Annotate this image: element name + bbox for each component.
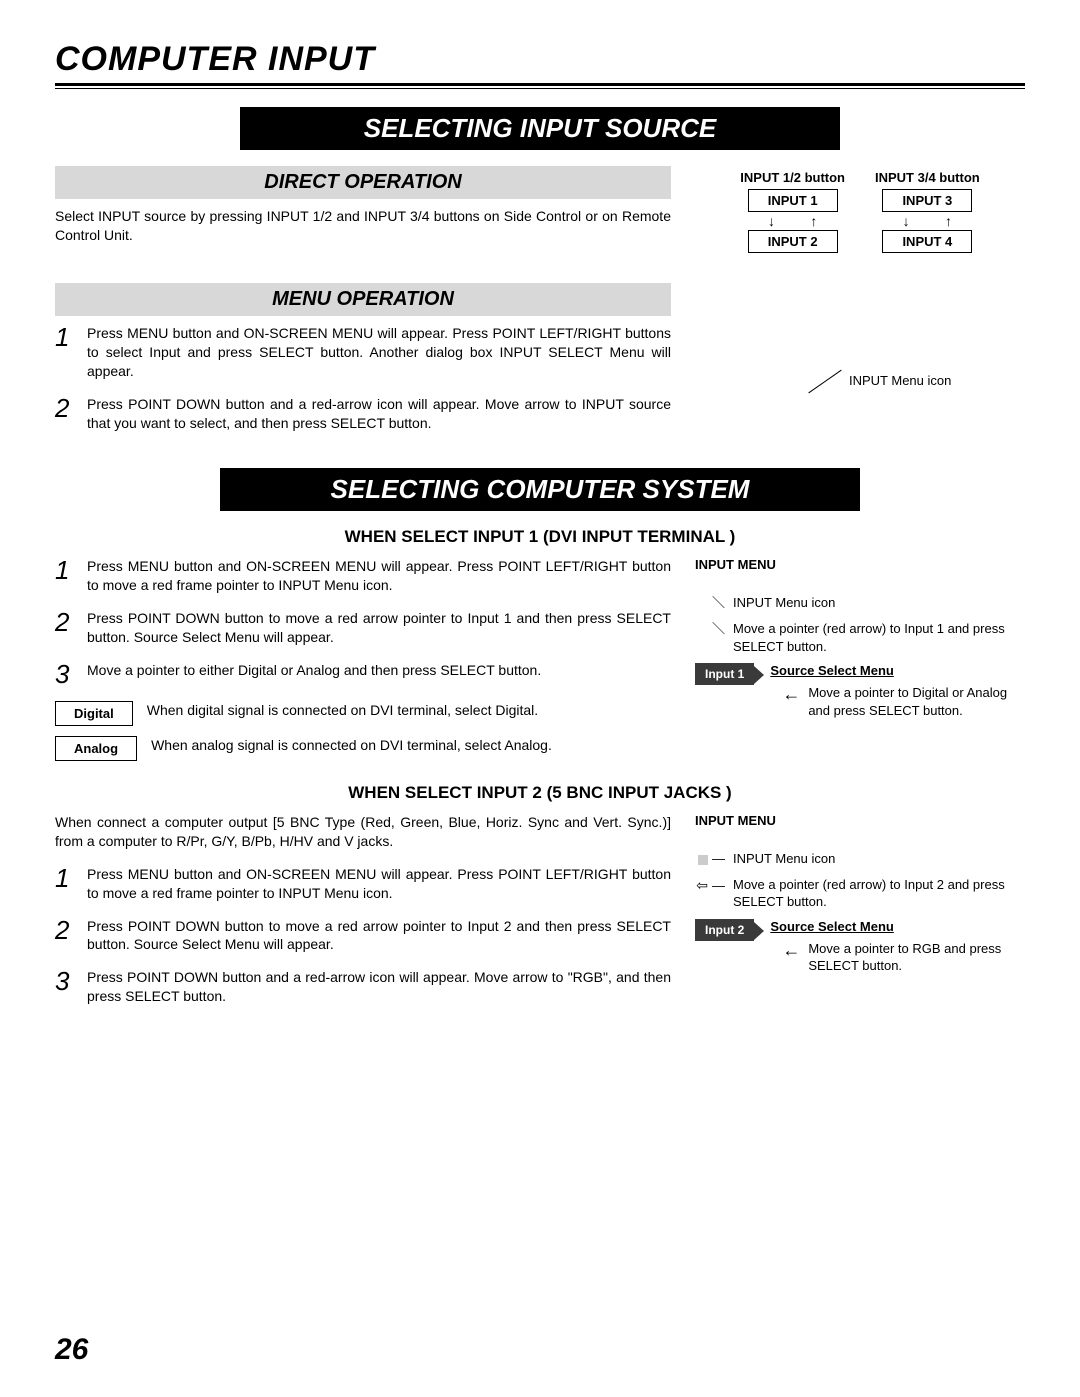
input-menu-label: INPUT MENU [695, 557, 1025, 572]
step-2: 2 Press POINT DOWN button to move a red … [55, 917, 671, 955]
callout-move-pointer-input1: Move a pointer (red arrow) to Input 1 an… [733, 620, 1025, 655]
rule-thick [55, 83, 1025, 86]
step-1: 1 Press MENU button and ON-SCREEN MENU w… [55, 557, 671, 595]
step-number: 3 [55, 968, 77, 1006]
step-text: Move a pointer to either Digital or Anal… [87, 661, 671, 687]
arrow-down-icon: ↓ [768, 214, 775, 228]
callout-move-pointer-input2: Move a pointer (red arrow) to Input 2 an… [733, 876, 1025, 911]
input-menu-icon-note: INPUT Menu icon [805, 373, 1025, 388]
step-number: 2 [55, 609, 77, 647]
callout-rgb: Move a pointer to RGB and press SELECT b… [808, 940, 1025, 975]
box-input3: INPUT 3 [882, 189, 972, 212]
step-1: 1 Press MENU button and ON-SCREEN MENU w… [55, 324, 671, 381]
arrow-left-icon: ← [770, 940, 800, 961]
label-input12: INPUT 1/2 button [740, 170, 845, 185]
bnc-intro-text: When connect a computer output [5 BNC Ty… [55, 813, 671, 851]
analog-badge: Analog [55, 736, 137, 761]
step-number: 1 [55, 865, 77, 903]
callout-digital-analog: Move a pointer to Digital or Analog and … [808, 684, 1025, 719]
analog-row: Analog When analog signal is connected o… [55, 736, 671, 761]
heading-direct-operation: DIRECT OPERATION [55, 166, 671, 199]
leader-line-icon [808, 370, 841, 394]
digital-badge: Digital [55, 701, 133, 726]
leader-indicator: ⇦— [695, 876, 725, 895]
step-3: 3 Press POINT DOWN button and a red-arro… [55, 968, 671, 1006]
page-number: 26 [55, 1333, 88, 1367]
step-text: Press MENU button and ON-SCREEN MENU wil… [87, 865, 671, 903]
step-text: Press POINT DOWN button and a red-arrow … [87, 968, 671, 1006]
badge-input1: Input 1 [695, 663, 754, 685]
step-text: Press POINT DOWN button to move a red ar… [87, 917, 671, 955]
callout-input-menu-icon: INPUT Menu icon [733, 594, 835, 612]
page-title: COMPUTER INPUT [55, 40, 1025, 79]
arrow-left-icon: ← [770, 684, 800, 705]
leader-indicator: — [695, 850, 725, 868]
input-button-diagram: INPUT 1/2 button INPUT 1 ↓ ↑ INPUT 2 INPU… [695, 170, 1025, 253]
box-input1: INPUT 1 [748, 189, 838, 212]
leader-line-icon: ＼ [695, 620, 725, 638]
heading-menu-operation: MENU OPERATION [55, 283, 671, 316]
arrow-up-icon: ↑ [945, 214, 952, 228]
step-number: 3 [55, 661, 77, 687]
section-bar-input-source: SELECTING INPUT SOURCE [240, 107, 840, 150]
step-number: 1 [55, 324, 77, 381]
source-select-menu-label: Source Select Menu [770, 919, 1025, 934]
direct-operation-text: Select INPUT source by pressing INPUT 1/… [55, 207, 671, 245]
step-3: 3 Move a pointer to either Digital or An… [55, 661, 671, 687]
step-2: 2 Press POINT DOWN button and a red-arro… [55, 395, 671, 433]
digital-row: Digital When digital signal is connected… [55, 701, 671, 726]
step-text: Press POINT DOWN button to move a red ar… [87, 609, 671, 647]
badge-input2: Input 2 [695, 919, 754, 941]
arrow-up-icon: ↑ [810, 214, 817, 228]
digital-text: When digital signal is connected on DVI … [147, 701, 671, 720]
step-2: 2 Press POINT DOWN button to move a red … [55, 609, 671, 647]
callout-input-menu-icon: INPUT Menu icon [733, 850, 835, 868]
leader-line-icon: ＼ [695, 594, 725, 612]
source-select-menu-label: Source Select Menu [770, 663, 1025, 678]
arrow-down-icon: ↓ [903, 214, 910, 228]
subheading-input2-bnc: WHEN SELECT INPUT 2 (5 BNC INPUT JACKS ) [55, 783, 1025, 803]
step-text: Press MENU button and ON-SCREEN MENU wil… [87, 557, 671, 595]
section-bar-computer-system: SELECTING COMPUTER SYSTEM [220, 468, 860, 511]
step-1: 1 Press MENU button and ON-SCREEN MENU w… [55, 865, 671, 903]
rule-thin [55, 88, 1025, 89]
step-text: Press POINT DOWN button and a red-arrow … [87, 395, 671, 433]
box-input2: INPUT 2 [748, 230, 838, 253]
step-text: Press MENU button and ON-SCREEN MENU wil… [87, 324, 671, 381]
analog-text: When analog signal is connected on DVI t… [151, 736, 671, 755]
input-menu-label: INPUT MENU [695, 813, 1025, 828]
box-input4: INPUT 4 [882, 230, 972, 253]
subheading-input1-dvi: WHEN SELECT INPUT 1 (DVI INPUT TERMINAL … [55, 527, 1025, 547]
label-input34: INPUT 3/4 button [875, 170, 980, 185]
step-number: 2 [55, 917, 77, 955]
step-number: 2 [55, 395, 77, 433]
step-number: 1 [55, 557, 77, 595]
